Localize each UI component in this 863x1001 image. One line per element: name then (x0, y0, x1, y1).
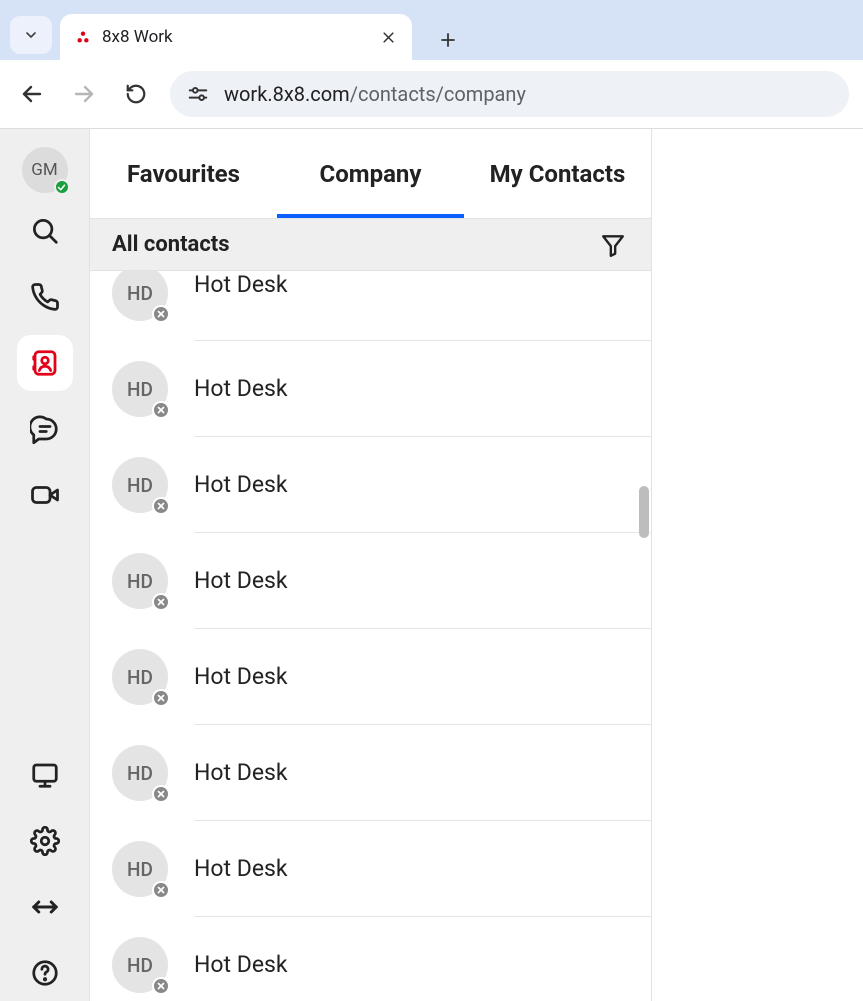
browser-chrome: 8x8 Work work.8x8.com/contacts/company (0, 0, 863, 129)
contact-name: Hot Desk (194, 855, 288, 882)
presence-offline-icon (152, 305, 170, 323)
filter-icon (600, 232, 626, 258)
list-header-title: All contacts (112, 232, 230, 257)
contact-name: Hot Desk (194, 271, 288, 298)
presence-offline-icon (152, 977, 170, 995)
tab-favicon-8x8-icon (74, 28, 92, 46)
sidebar-item-meetings[interactable] (17, 467, 73, 523)
contact-name: Hot Desk (194, 567, 288, 594)
contacts-list-header: All contacts (90, 219, 651, 271)
sidebar-item-help[interactable] (17, 945, 73, 1001)
contact-row[interactable]: HD Hot Desk (90, 629, 651, 725)
contact-avatar: HD (112, 361, 168, 417)
presence-offline-icon (152, 593, 170, 611)
sidebar-item-desktop[interactable] (17, 747, 73, 803)
arrow-left-icon (20, 82, 44, 106)
presence-available-icon (54, 179, 70, 195)
contacts-icon (30, 348, 60, 378)
presence-offline-icon (152, 881, 170, 899)
url-host: work.8x8.com (224, 82, 350, 106)
user-initials: GM (31, 160, 57, 180)
active-tab-indicator (277, 214, 464, 218)
forward-button (66, 76, 102, 112)
close-icon (381, 30, 396, 45)
contact-body: Hot Desk (194, 533, 651, 629)
reload-button[interactable] (118, 76, 154, 112)
chat-icon (30, 414, 60, 444)
contact-name: Hot Desk (194, 663, 288, 690)
phone-icon (30, 282, 60, 312)
help-icon (30, 958, 60, 988)
tab-strip: 8x8 Work (0, 0, 863, 60)
contact-avatar: HD (112, 271, 168, 321)
contact-body: Hot Desk (194, 437, 651, 533)
presence-offline-icon (152, 401, 170, 419)
arrow-right-icon (72, 82, 96, 106)
app-root: GM (0, 129, 863, 1001)
swap-horizontal-icon (30, 892, 60, 922)
presence-offline-icon (152, 785, 170, 803)
contact-avatar: HD (112, 457, 168, 513)
contact-avatar: HD (112, 745, 168, 801)
contact-row[interactable]: HD Hot Desk (90, 821, 651, 917)
sidebar: GM (0, 129, 90, 1001)
url-text: work.8x8.com/contacts/company (224, 82, 526, 106)
sidebar-item-calls[interactable] (17, 269, 73, 325)
tab-my-contacts[interactable]: My Contacts (464, 160, 651, 188)
contact-avatar: HD (112, 649, 168, 705)
contact-row[interactable]: HD Hot Desk (90, 341, 651, 437)
search-icon (30, 216, 60, 246)
tab-search-dropdown[interactable] (10, 16, 52, 54)
back-button[interactable] (14, 76, 50, 112)
filter-button[interactable] (597, 229, 629, 261)
sidebar-item-transfer[interactable] (17, 879, 73, 935)
contact-body: Hot Desk (194, 725, 651, 821)
sidebar-item-contacts[interactable] (17, 335, 73, 391)
tab-favourites[interactable]: Favourites (90, 160, 277, 188)
contact-row[interactable]: HD Hot Desk (90, 725, 651, 821)
site-settings-icon[interactable] (186, 82, 210, 106)
contacts-list[interactable]: HD Hot Desk HD Hot Desk HD Hot Desk HD Hot Desk… (90, 271, 651, 1001)
contacts-tabs: Favourites Company My Contacts (90, 129, 651, 219)
scrollbar-thumb[interactable] (639, 486, 649, 538)
contact-avatar: HD (112, 553, 168, 609)
contact-name: Hot Desk (194, 375, 288, 402)
browser-toolbar: work.8x8.com/contacts/company (0, 60, 863, 129)
contact-body: Hot Desk (194, 821, 651, 917)
contact-body: Hot Desk (194, 271, 651, 341)
contact-name: Hot Desk (194, 951, 288, 978)
contact-row[interactable]: HD Hot Desk (90, 533, 651, 629)
video-icon (30, 480, 60, 510)
sidebar-item-search[interactable] (17, 203, 73, 259)
user-avatar[interactable]: GM (22, 147, 68, 193)
contact-name: Hot Desk (194, 759, 288, 786)
new-tab-button[interactable] (430, 22, 466, 58)
contact-row[interactable]: HD Hot Desk (90, 437, 651, 533)
chevron-down-icon (23, 27, 39, 43)
tab-title: 8x8 Work (102, 27, 368, 47)
contact-avatar: HD (112, 841, 168, 897)
contacts-panel: Favourites Company My Contacts All conta… (90, 129, 652, 1001)
tab-close-button[interactable] (378, 27, 398, 47)
gear-icon (30, 826, 60, 856)
reload-icon (125, 83, 147, 105)
monitor-icon (30, 760, 60, 790)
browser-tab-active[interactable]: 8x8 Work (60, 14, 412, 60)
address-bar[interactable]: work.8x8.com/contacts/company (170, 71, 849, 117)
contact-row[interactable]: HD Hot Desk (90, 917, 651, 1001)
url-path: /contacts/company (350, 82, 526, 106)
sidebar-item-settings[interactable] (17, 813, 73, 869)
contact-body: Hot Desk (194, 341, 651, 437)
presence-offline-icon (152, 689, 170, 707)
contact-detail-empty (652, 129, 863, 1001)
sidebar-item-messages[interactable] (17, 401, 73, 457)
presence-offline-icon (152, 497, 170, 515)
contact-row[interactable]: HD Hot Desk (90, 271, 651, 341)
contact-body: Hot Desk (194, 629, 651, 725)
plus-icon (439, 31, 457, 49)
tab-company[interactable]: Company (277, 160, 464, 188)
contact-avatar: HD (112, 937, 168, 993)
contact-name: Hot Desk (194, 471, 288, 498)
contact-body: Hot Desk (194, 917, 651, 1001)
